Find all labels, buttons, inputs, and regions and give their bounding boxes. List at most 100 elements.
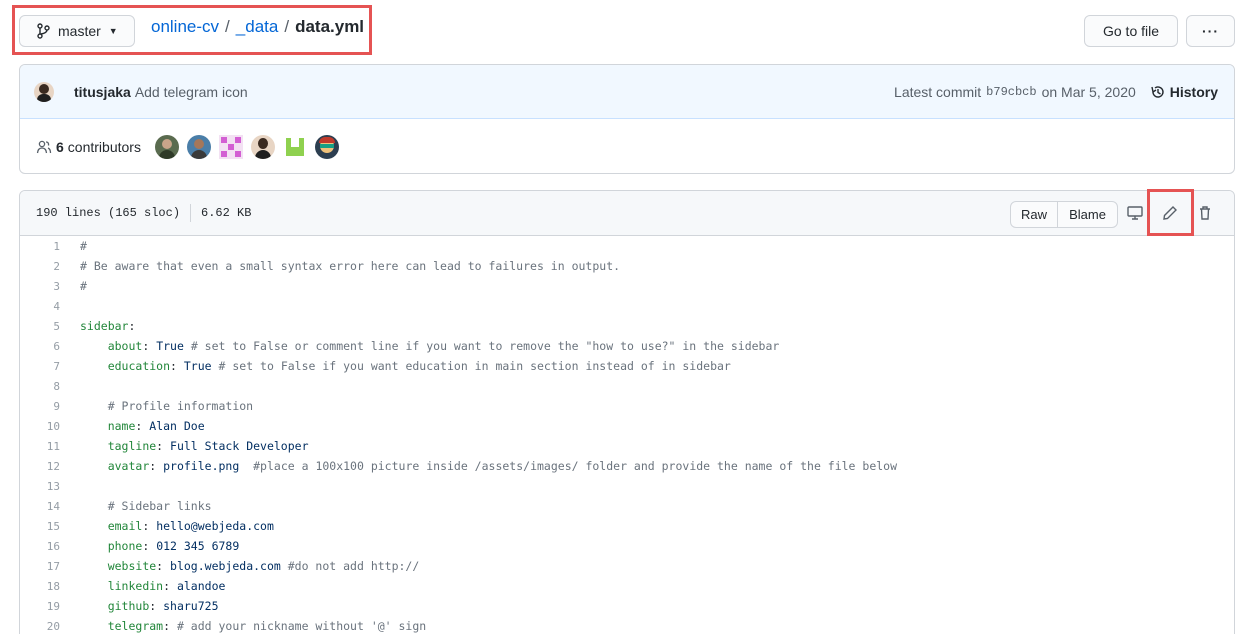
code-token: telegram [107,619,164,633]
code-token: : [142,519,157,533]
code-line: 4 [20,296,1234,316]
branch-name: master [58,23,101,39]
commit-meta: Latest commit b79cbcb on Mar 5, 2020 His… [894,65,1218,119]
code-token: sharu725 [163,599,219,613]
contributor-avatar[interactable] [154,134,179,159]
code-token: : [156,559,171,573]
line-number[interactable]: 14 [20,500,60,513]
code-token: 012 345 6789 [156,539,240,553]
code-line: 11 tagline: Full Stack Developer [20,436,1234,456]
line-number[interactable]: 19 [20,600,60,613]
line-number[interactable]: 9 [20,400,60,413]
code-line: 16 phone: 012 345 6789 [20,536,1234,556]
code-line: 14 # Sidebar links [20,496,1234,516]
code-token: phone [107,539,143,553]
line-number[interactable]: 1 [20,240,60,253]
line-content: # Profile information [60,399,253,413]
breadcrumb-repo-link[interactable]: online-cv [151,17,219,37]
code-token: sidebar [80,319,129,333]
contributor-avatar[interactable] [250,134,275,159]
contributor-avatar[interactable] [218,134,243,159]
line-number[interactable]: 17 [20,560,60,573]
raw-button[interactable]: Raw [1011,202,1058,227]
code-token: #do not add http:// [280,559,420,573]
line-content: linkedin: alandoe [60,579,226,593]
contributor-avatars [154,134,347,159]
line-number[interactable]: 11 [20,440,60,453]
code-line: 18 linkedin: alandoe [20,576,1234,596]
contributor-avatar[interactable] [282,134,307,159]
people-icon [36,140,52,153]
code-token: # Be aware that even a small syntax erro… [80,259,621,273]
line-number[interactable]: 15 [20,520,60,533]
file-line-count: 190 lines (165 sloc) [36,206,181,220]
history-link[interactable]: History [1150,84,1218,100]
contributor-avatar[interactable] [314,134,339,159]
contributors-count[interactable]: 6 [56,139,64,155]
line-content: github: sharu725 [60,599,219,613]
commit-author[interactable]: titusjaka [74,84,131,100]
blame-button[interactable]: Blame [1058,202,1117,227]
contributors-label[interactable]: contributors [68,139,141,155]
code-token: alandoe [176,579,226,593]
code-line: 8 [20,376,1234,396]
pencil-edit-icon[interactable] [1161,204,1179,222]
file-navigation: master ▼ online-cv / _data / data.yml Go… [0,0,1255,62]
code-token: : [135,419,150,433]
code-token: Full Stack Developer [170,439,309,453]
line-content: name: Alan Doe [60,419,205,433]
line-number[interactable]: 6 [20,340,60,353]
code-token: github [107,599,150,613]
line-number[interactable]: 7 [20,360,60,373]
line-content: website: blog.webjeda.com #do not add ht… [60,559,420,573]
breadcrumb: online-cv / _data / data.yml [151,17,364,37]
line-content: # Be aware that even a small syntax erro… [60,259,620,273]
line-number[interactable]: 10 [20,420,60,433]
line-number[interactable]: 18 [20,580,60,593]
commit-message[interactable]: Add telegram icon [135,84,248,100]
code-token: linkedin [107,579,164,593]
line-content: # [60,239,87,253]
author-avatar[interactable] [34,81,54,102]
code-token: hello@webjeda.com [156,519,274,533]
latest-commit-label: Latest commit [894,84,982,100]
contributor-avatar[interactable] [186,134,211,159]
line-number[interactable]: 20 [20,620,60,633]
branch-select-button[interactable]: master ▼ [19,15,135,47]
code-token: : [156,439,171,453]
line-number[interactable]: 13 [20,480,60,493]
more-options-button[interactable]: ··· [1186,15,1235,47]
code-token: #place a 100x100 picture inside /assets/… [239,459,898,473]
line-content: # [60,279,87,293]
breadcrumb-folder-link[interactable]: _data [236,17,279,37]
file-header: 190 lines (165 sloc) 6.62 KB Raw Blame [20,191,1234,236]
code-token: # Sidebar links [107,499,212,513]
desktop-icon[interactable] [1126,204,1144,222]
code-token: # [80,279,87,293]
line-number[interactable]: 3 [20,280,60,293]
breadcrumb-separator: / [225,17,230,36]
line-number[interactable]: 2 [20,260,60,273]
commit-sha-link[interactable]: b79cbcb [986,85,1036,99]
go-to-file-button[interactable]: Go to file [1084,15,1178,47]
code-listing: 1 #2 # Be aware that even a small syntax e… [20,236,1234,634]
trash-delete-icon[interactable] [1196,204,1214,222]
code-token: : [128,319,136,333]
breadcrumb-separator: / [284,17,290,36]
line-content: about: True # set to False or comment li… [60,339,780,353]
code-token: : [142,539,157,553]
code-line: 15 email: hello@webjeda.com [20,516,1234,536]
code-line: 7 education: True # set to False if you … [20,356,1234,376]
code-line: 6 about: True # set to False or comment … [20,336,1234,356]
line-number[interactable]: 4 [20,300,60,313]
line-number[interactable]: 8 [20,380,60,393]
code-line: 13 [20,476,1234,496]
line-number[interactable]: 5 [20,320,60,333]
line-number[interactable]: 16 [20,540,60,553]
line-number[interactable]: 12 [20,460,60,473]
